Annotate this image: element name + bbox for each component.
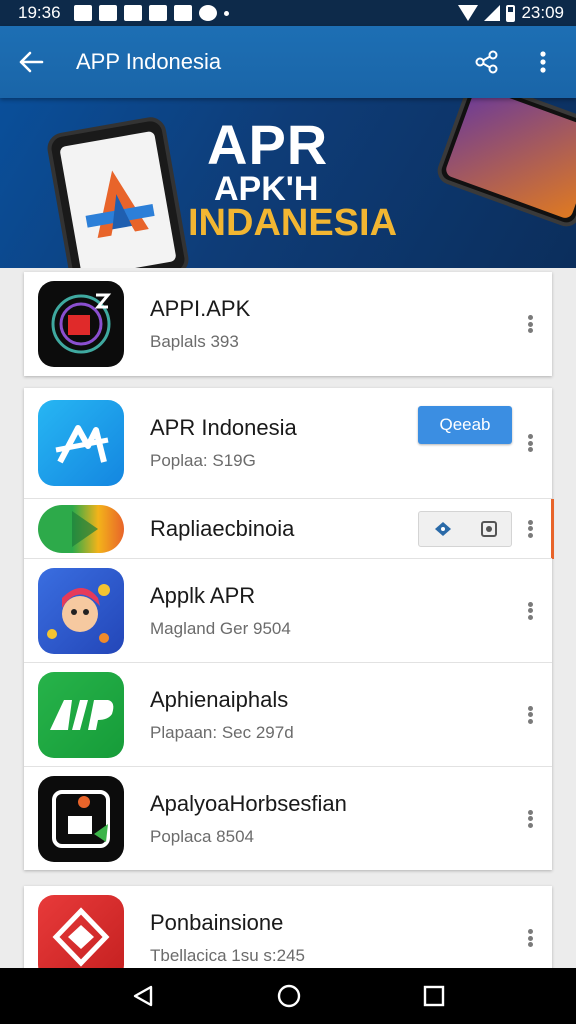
app-name: APR Indonesia	[150, 415, 297, 440]
home-circle-icon[interactable]	[277, 984, 301, 1008]
item-more-button[interactable]	[522, 924, 538, 952]
list-item[interactable]: ApalyoaHorbsesfian Poplaca 8504	[24, 766, 552, 870]
item-more-button[interactable]	[522, 515, 538, 543]
app-card: APR Indonesia Poplaa: S19G Qeeab Rapliae…	[24, 388, 554, 870]
list-item[interactable]: APPI.APK Baplals 393	[24, 272, 552, 376]
app-logo-icon	[50, 699, 114, 730]
back-button[interactable]	[18, 40, 62, 84]
app-icon	[38, 775, 124, 862]
item-more-button[interactable]	[522, 310, 538, 338]
play-triangle-icon	[72, 510, 98, 547]
app-name: ApalyoaHorbsesfian	[150, 790, 347, 816]
open-button[interactable]: Qeeab	[418, 406, 512, 444]
app-name: APPI.APK	[150, 296, 251, 321]
list-item[interactable]: APR Indonesia Poplaa: S19G Qeeab	[24, 388, 552, 498]
share-button[interactable]	[472, 47, 502, 77]
app-icon	[38, 567, 124, 654]
app-name: Applk APR	[150, 582, 256, 608]
share-icon	[475, 50, 498, 74]
app-icon	[38, 400, 124, 486]
item-more-button[interactable]	[522, 429, 538, 457]
app-name: Rapliaecbinoia	[150, 515, 295, 541]
status-bar: 19:36 23:09	[0, 0, 576, 26]
item-more-button[interactable]	[522, 805, 538, 833]
quick-actions	[418, 511, 512, 547]
banner-logo-icon	[85, 170, 155, 239]
signal-icon	[484, 5, 501, 21]
list-item[interactable]: Aphienaiphals Plapaan: Sec 297d	[24, 662, 552, 766]
help-notification-icon	[198, 5, 217, 21]
app-subtitle: Tbellacica 1su s:245	[150, 946, 305, 965]
list-item[interactable]: Applk APR Magland Ger 9504	[24, 558, 552, 662]
more-notifications-dot-icon	[223, 10, 229, 16]
app-subtitle: Plapaan: Sec 297d	[150, 722, 294, 742]
banner-title: APR	[207, 113, 329, 176]
hero-banner: APR APK'H INDANESIA	[0, 98, 576, 268]
system-navigation-bar	[0, 968, 576, 1024]
item-more-button[interactable]	[522, 597, 538, 625]
mail-notification-icon	[73, 5, 92, 21]
banner-phone-right-illustration	[433, 98, 576, 231]
play-store-icon	[38, 504, 124, 553]
gallery-notification-icon	[98, 5, 117, 21]
app-bar: APP Indonesia	[0, 26, 576, 98]
screenshot-icon[interactable]	[480, 520, 498, 538]
cartoon-character-icon	[47, 583, 110, 643]
item-more-button[interactable]	[522, 701, 538, 729]
app-name: Aphienaiphals	[150, 686, 289, 712]
app-subtitle: Poplaa: S19G	[150, 451, 256, 470]
app-logo-icon	[51, 293, 112, 354]
back-triangle-icon[interactable]	[131, 984, 155, 1008]
banner-tagline: INDANESIA	[188, 202, 398, 244]
app-icon	[38, 671, 124, 758]
recents-square-icon[interactable]	[423, 985, 445, 1007]
app-card: APPI.APK Baplals 393	[24, 272, 552, 376]
status-time: 19:36	[18, 3, 61, 22]
app-store-logo-icon	[55, 425, 109, 464]
list-item[interactable]: Rapliaecbinoia	[24, 498, 554, 559]
more-vert-icon	[540, 51, 546, 73]
app-subtitle: Baplals 393	[150, 332, 239, 351]
app-name: Ponbainsione	[150, 910, 284, 935]
arrow-left-icon	[19, 51, 44, 73]
app-subtitle: Magland Ger 9504	[150, 618, 291, 638]
app-bar-title: APP Indonesia	[76, 49, 222, 74]
app-icon	[38, 281, 124, 367]
accent-edge	[551, 499, 554, 559]
photo-notification-icon	[123, 5, 142, 21]
wifi-icon	[458, 5, 479, 21]
battery-icon	[506, 4, 516, 22]
chat-icon[interactable]	[433, 520, 453, 538]
app-subtitle: Poplaca 8504	[150, 826, 254, 846]
shield-notification-icon	[173, 5, 192, 21]
robot-badge-icon	[52, 789, 110, 848]
status-clock: 23:09	[521, 3, 564, 22]
banner-phone-illustration	[45, 114, 191, 268]
overflow-menu-button[interactable]	[528, 47, 558, 77]
calendar-notification-icon	[148, 5, 167, 21]
